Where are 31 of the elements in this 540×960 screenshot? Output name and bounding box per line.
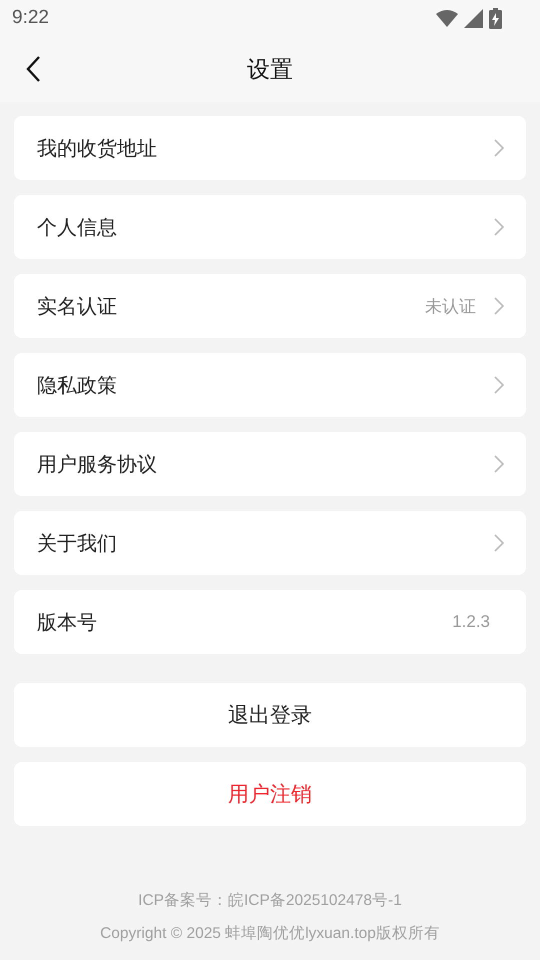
chevron-icon <box>494 376 504 394</box>
signal-icon <box>464 8 483 28</box>
item-value: 未认证 <box>425 296 476 318</box>
item-label: 我的收货地址 <box>37 134 158 162</box>
page-title: 设置 <box>247 56 293 84</box>
battery-icon <box>489 8 502 28</box>
item-label: 个人信息 <box>37 214 118 240</box>
chevron-icon <box>494 534 504 552</box>
item-label: 隐私政策 <box>37 372 118 398</box>
item-label: 用户服务协议 <box>37 450 158 478</box>
chevron-icon <box>494 455 504 473</box>
logout-button[interactable]: 退出登录 <box>14 683 526 747</box>
chevron-icon <box>494 218 504 236</box>
status-time: 9:22 <box>12 7 49 29</box>
chevron-icon <box>494 297 504 315</box>
back-icon[interactable] <box>25 55 41 83</box>
item-value: 1.2.3 <box>452 612 490 632</box>
settings-item[interactable]: 关于我们 <box>14 511 526 575</box>
settings-item[interactable]: 用户服务协议 <box>14 432 526 496</box>
item-label: 版本号 <box>37 608 98 636</box>
settings-item[interactable]: 实名认证 未认证 <box>14 274 526 338</box>
wifi-icon <box>436 9 458 27</box>
settings-item[interactable]: 隐私政策 <box>14 353 526 417</box>
item-label: 实名认证 <box>37 292 118 320</box>
item-label: 关于我们 <box>37 530 118 556</box>
settings-item[interactable]: 个人信息 <box>14 195 526 259</box>
footer-text: Copyright © 2025 蚌埠陶优优lyxuan.top版权所有 <box>100 924 440 944</box>
deactivate-button[interactable]: 用户注销 <box>14 762 526 826</box>
settings-item[interactable]: 我的收货地址 <box>14 116 526 180</box>
chevron-icon <box>494 139 504 157</box>
footer-text: ICP备案号：皖ICP备2025102478号-1 <box>138 890 402 911</box>
